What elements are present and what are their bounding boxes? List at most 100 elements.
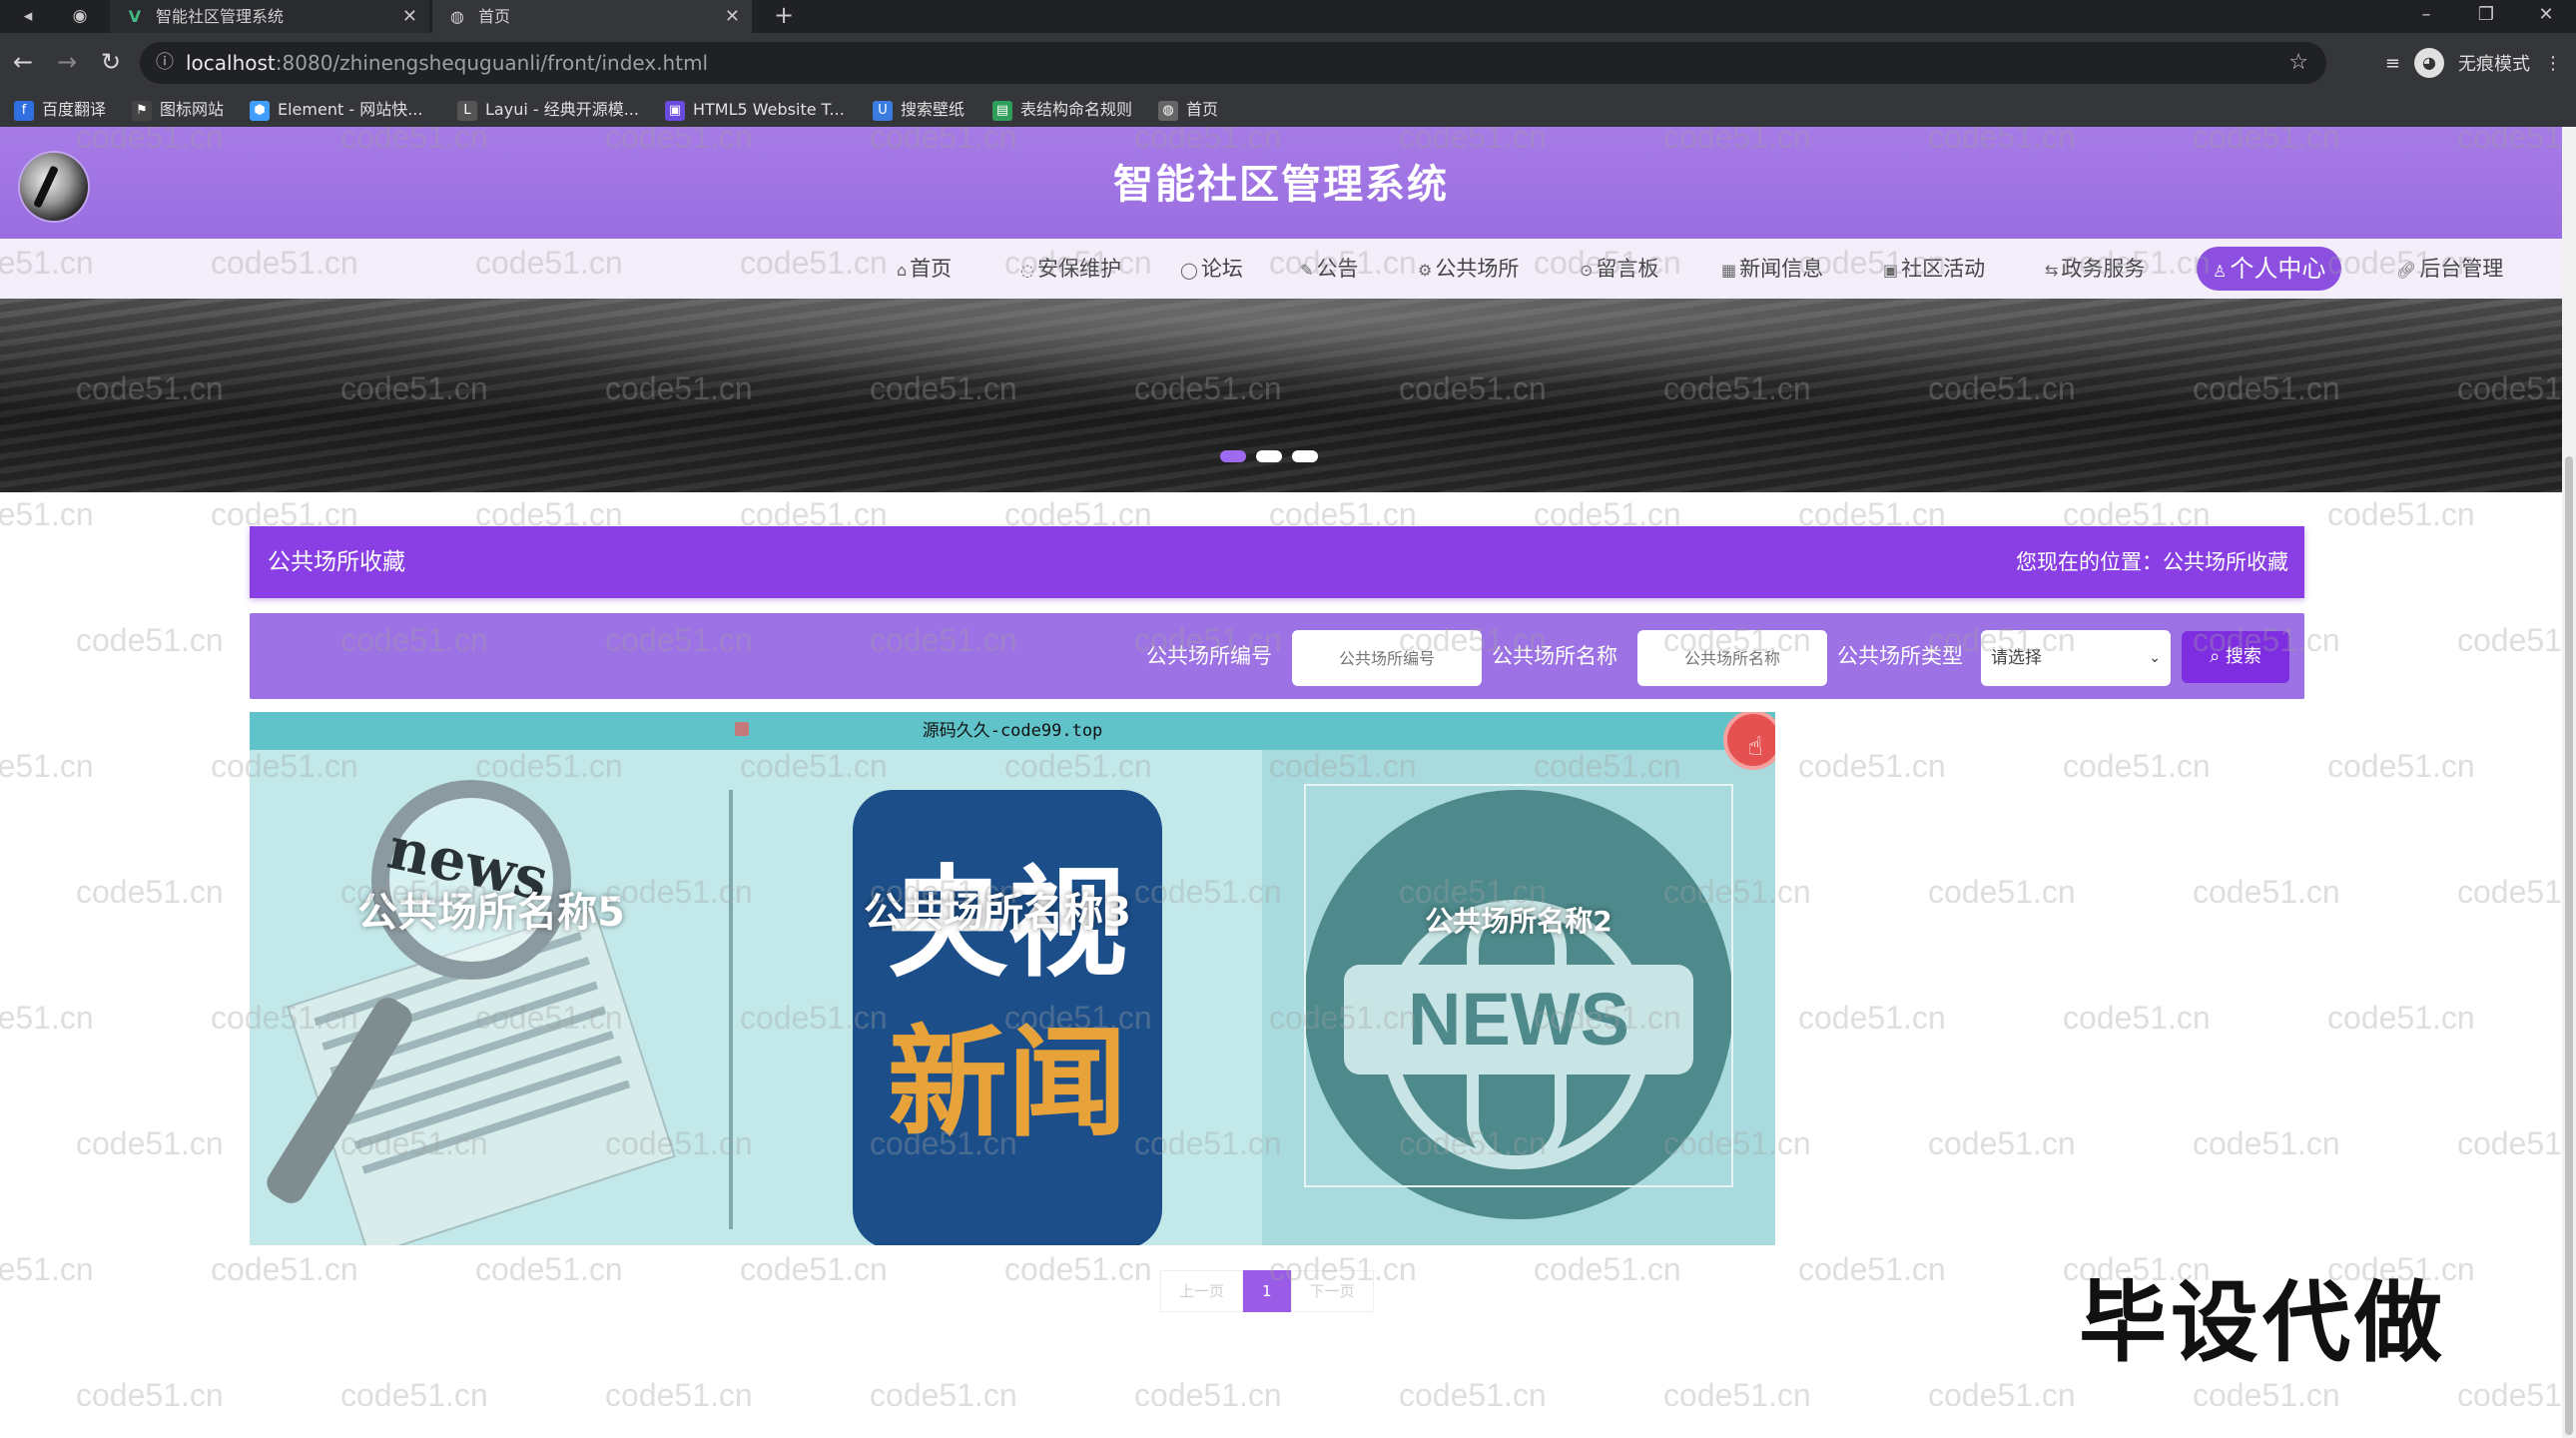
- watermark-text: code51.cn: [1399, 1377, 1547, 1413]
- bookmark-item[interactable]: f 百度翻译: [14, 93, 106, 127]
- browser-tab-system[interactable]: V 智能社区管理系统 ✕: [110, 0, 429, 33]
- page-number-button[interactable]: 1: [1243, 1270, 1291, 1312]
- globe-icon: ◍: [1158, 100, 1178, 121]
- tab-search-list-icon[interactable]: ≡: [2385, 53, 2400, 74]
- minimize-button[interactable]: –: [2396, 0, 2456, 33]
- watermark-text: code51.cn: [2457, 1377, 2562, 1413]
- bookmark-item[interactable]: L Layui - 经典开源模...: [457, 93, 639, 127]
- nav-item-gov-services[interactable]: ⇆ 政务服务: [2045, 239, 2145, 299]
- prev-page-button[interactable]: 上一页: [1160, 1270, 1244, 1312]
- page-scrollbar[interactable]: [2562, 127, 2576, 1438]
- nav-item-notice[interactable]: ✎ 公告: [1300, 239, 1358, 299]
- layui-favicon-icon: L: [457, 100, 477, 121]
- tab-audio-icon[interactable]: ◂: [10, 0, 46, 33]
- info-icon[interactable]: ⓘ: [156, 42, 174, 84]
- ad-mark-icon: [735, 722, 749, 736]
- name-input[interactable]: [1637, 630, 1827, 686]
- search-button[interactable]: ⌕ 搜索: [2182, 631, 2289, 683]
- pagination: 上一页 1 下一页: [1160, 1270, 1374, 1312]
- ad-banner[interactable]: 源码久久-code99.top: [250, 712, 1775, 750]
- incognito-label[interactable]: 无痕模式: [2458, 50, 2530, 76]
- place-card[interactable]: NEWS 公共场所名称2: [1262, 750, 1775, 1245]
- omnibox[interactable]: ⓘ localhost:8080/zhinengshequguanli/fron…: [140, 42, 2326, 84]
- watermark-text: code51.cn: [0, 496, 94, 532]
- new-tab-button[interactable]: +: [769, 0, 799, 33]
- tab-close-icon[interactable]: ✕: [402, 0, 417, 33]
- browser-menu-icon[interactable]: ⋮: [2544, 53, 2562, 74]
- bookmark-item[interactable]: ▣ HTML5 Website T...: [665, 93, 845, 127]
- bookmark-favicon-icon: f: [14, 100, 34, 121]
- nav-item-news[interactable]: ▦ 新闻信息: [1721, 239, 1823, 299]
- name-label: 公共场所名称: [1492, 644, 1617, 668]
- watermark-text: code51.cn: [870, 1377, 1017, 1413]
- bookmark-item[interactable]: ▤ 表结构命名规则: [992, 93, 1132, 127]
- restore-button[interactable]: ❐: [2456, 0, 2516, 33]
- place-card[interactable]: news 公共场所名称5: [250, 750, 733, 1245]
- watermark-text: code51.cn: [340, 1377, 488, 1413]
- place-card[interactable]: 央视 新闻 公共场所名称3: [733, 750, 1262, 1245]
- carousel-dot[interactable]: [1292, 450, 1318, 462]
- watermark-text: code51.cn: [2063, 748, 2211, 784]
- incognito-avatar-icon[interactable]: ◕: [2414, 48, 2444, 78]
- watermark-text: code51.cn: [2063, 1000, 2211, 1036]
- watermark-text: code51.cn: [2457, 1125, 2562, 1161]
- carousel-dot[interactable]: [1256, 450, 1282, 462]
- bookmark-item[interactable]: ⚑ 图标网站: [132, 93, 224, 127]
- nav-item-activities[interactable]: ▣ 社区活动: [1883, 239, 1985, 299]
- bookmark-item[interactable]: ◍ 首页: [1158, 93, 1218, 127]
- window-close-button[interactable]: ✕: [2516, 0, 2576, 33]
- element-favicon-icon: ⬢: [250, 100, 270, 121]
- tab-search-icon[interactable]: ◉: [62, 0, 98, 33]
- watermark-text: code51.cn: [740, 1251, 888, 1287]
- watermark-text: code51.cn: [1663, 1377, 1811, 1413]
- scrollbar-thumb[interactable]: [2565, 456, 2573, 1435]
- watermark-text: code51.cn: [0, 748, 94, 784]
- bookmark-item[interactable]: ⬢ Element - 网站快...: [250, 93, 422, 127]
- code-input[interactable]: [1292, 630, 1482, 686]
- next-page-button[interactable]: 下一页: [1290, 1270, 1374, 1312]
- place-card-title: 公共场所名称2: [1425, 905, 1612, 938]
- html5-favicon-icon: ▣: [665, 100, 685, 121]
- bookmark-star-icon[interactable]: ☆: [2288, 42, 2308, 84]
- address-bar-row: ← → ↻ ⓘ localhost:8080/zhinengshequguanl…: [0, 33, 2576, 93]
- watermark-text: code51.cn: [0, 1251, 94, 1287]
- carousel-indicators: [1220, 450, 1318, 462]
- toolbar-right: ≡ ◕ 无痕模式 ⋮: [2385, 45, 2562, 81]
- forum-icon: ◯: [1180, 261, 1198, 280]
- table-favicon-icon: ▤: [992, 100, 1012, 121]
- watermark-text: code51.cn: [76, 622, 224, 658]
- nav-item-personal-center[interactable]: ♙ 个人中心: [2197, 247, 2342, 291]
- place-icon: ⚙: [1418, 261, 1433, 280]
- watermark-text: code51.cn: [76, 1377, 224, 1413]
- site-header: 智能社区管理系统: [0, 127, 2562, 239]
- forward-arrow-icon[interactable]: →: [50, 45, 84, 79]
- page-viewport: 智能社区管理系统 ⌂ 首页 ◌ 安保维护 ◯ 论坛 ✎ 公告 ⚙ 公共场所 ⊙ 留言板 ▦ 新…: [0, 127, 2562, 1438]
- activity-icon: ▣: [1883, 261, 1899, 280]
- carousel-dot[interactable]: [1220, 450, 1246, 462]
- nav-item-places[interactable]: ⚙ 公共场所: [1418, 239, 1519, 299]
- tab-close-icon[interactable]: ✕: [725, 0, 740, 33]
- nav-item-admin[interactable]: 🔗︎ 后台管理: [2396, 239, 2503, 299]
- notice-icon: ✎: [1300, 261, 1314, 280]
- nav-item-home[interactable]: ⌂ 首页: [897, 239, 952, 299]
- nav-item-message-board[interactable]: ⊙ 留言板: [1580, 239, 1658, 299]
- breadcrumb: 您现在的位置：公共场所收藏: [2016, 550, 2288, 574]
- back-arrow-icon[interactable]: ←: [6, 45, 40, 79]
- watermark-text: code51.cn: [2457, 874, 2562, 910]
- banner-carousel[interactable]: [0, 299, 2562, 492]
- user-icon: ♙: [2213, 262, 2228, 281]
- watermark-text: code51.cn: [2327, 748, 2475, 784]
- bookmark-item[interactable]: U 搜索壁纸: [873, 93, 965, 127]
- browser-tab-home[interactable]: ◍ 首页 ✕: [432, 0, 752, 33]
- favorites-gallery: news 公共场所名称5 央视 新闻 公共场所名称3 NEWS 公共场所名称2 …: [250, 712, 1775, 1245]
- watermark-text: code51.cn: [1798, 1000, 1946, 1036]
- nav-item-security[interactable]: ◌ 安保维护: [1020, 239, 1121, 299]
- type-select[interactable]: 请选择 ⌄: [1981, 630, 2171, 686]
- reload-icon[interactable]: ↻: [94, 45, 128, 79]
- news-band-graphic: NEWS: [1344, 965, 1693, 1075]
- watermark-text: code51.cn: [475, 1251, 623, 1287]
- hand-cursor-icon: ☝: [1747, 732, 1763, 762]
- url-text[interactable]: localhost:8080/zhinengshequguanli/front/…: [186, 42, 708, 84]
- watermark-text: code51.cn: [76, 1125, 224, 1161]
- nav-item-forum[interactable]: ◯ 论坛: [1180, 239, 1243, 299]
